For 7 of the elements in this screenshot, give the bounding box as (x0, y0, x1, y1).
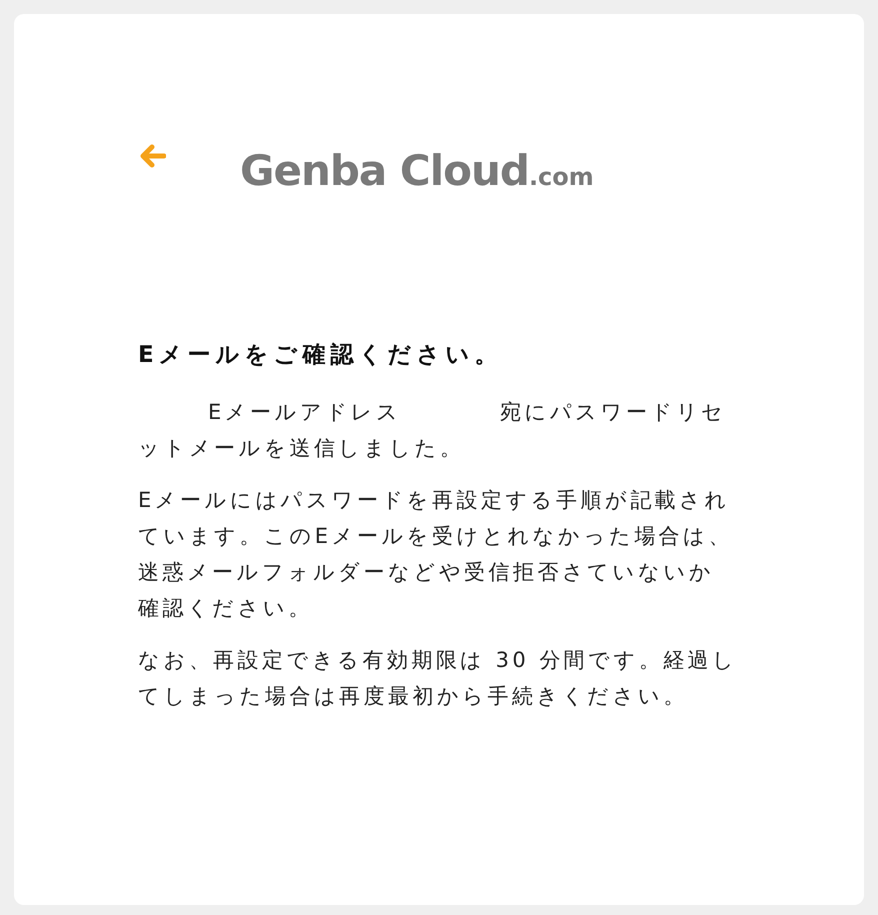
back-button[interactable] (138, 142, 168, 170)
logo: Genba Cloud.com (239, 150, 594, 192)
body-text: Eメールにはパスワードを再設定する手順が記載されています。このEメールを受けとれなかった場合は、迷惑メールフォルダーなどや受信拒否さていないか確認ください。 (138, 486, 734, 622)
message-text: Eメールアドレス 宛にパスワードリセットメールを送信しました。 (138, 398, 728, 462)
back-arrow-icon (140, 144, 166, 168)
body-text: なお、再設定できる有効期限は 30 分間です。経過してしまった場合は再度最初から手続きください。 (138, 646, 738, 710)
page-heading: Eメールをご確認ください。 (138, 342, 504, 370)
